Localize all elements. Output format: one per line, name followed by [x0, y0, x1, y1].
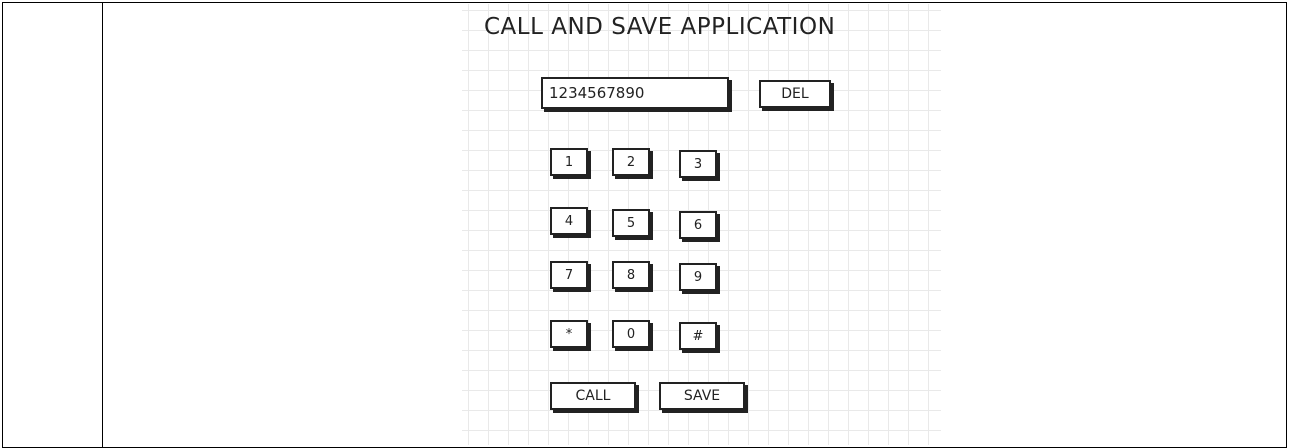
app-title: CALL AND SAVE APPLICATION — [484, 14, 836, 40]
key-4[interactable]: 4 — [550, 207, 588, 235]
key-5[interactable]: 5 — [612, 209, 650, 237]
key-0[interactable]: 0 — [612, 320, 650, 348]
mockup-canvas: CALL AND SAVE APPLICATION 1234567890 DEL… — [462, 4, 941, 445]
table-column-divider — [102, 2, 103, 448]
save-button[interactable]: SAVE — [659, 382, 745, 410]
key-hash[interactable]: # — [679, 322, 717, 350]
key-7[interactable]: 7 — [550, 261, 588, 289]
key-1[interactable]: 1 — [550, 148, 588, 176]
key-2[interactable]: 2 — [612, 148, 650, 176]
key-3[interactable]: 3 — [679, 150, 717, 178]
phone-number-field[interactable]: 1234567890 — [541, 77, 729, 109]
key-8[interactable]: 8 — [612, 261, 650, 289]
key-star[interactable]: * — [550, 320, 588, 348]
key-9[interactable]: 9 — [679, 263, 717, 291]
delete-button[interactable]: DEL — [759, 80, 831, 108]
call-button[interactable]: CALL — [550, 382, 636, 410]
key-6[interactable]: 6 — [679, 211, 717, 239]
